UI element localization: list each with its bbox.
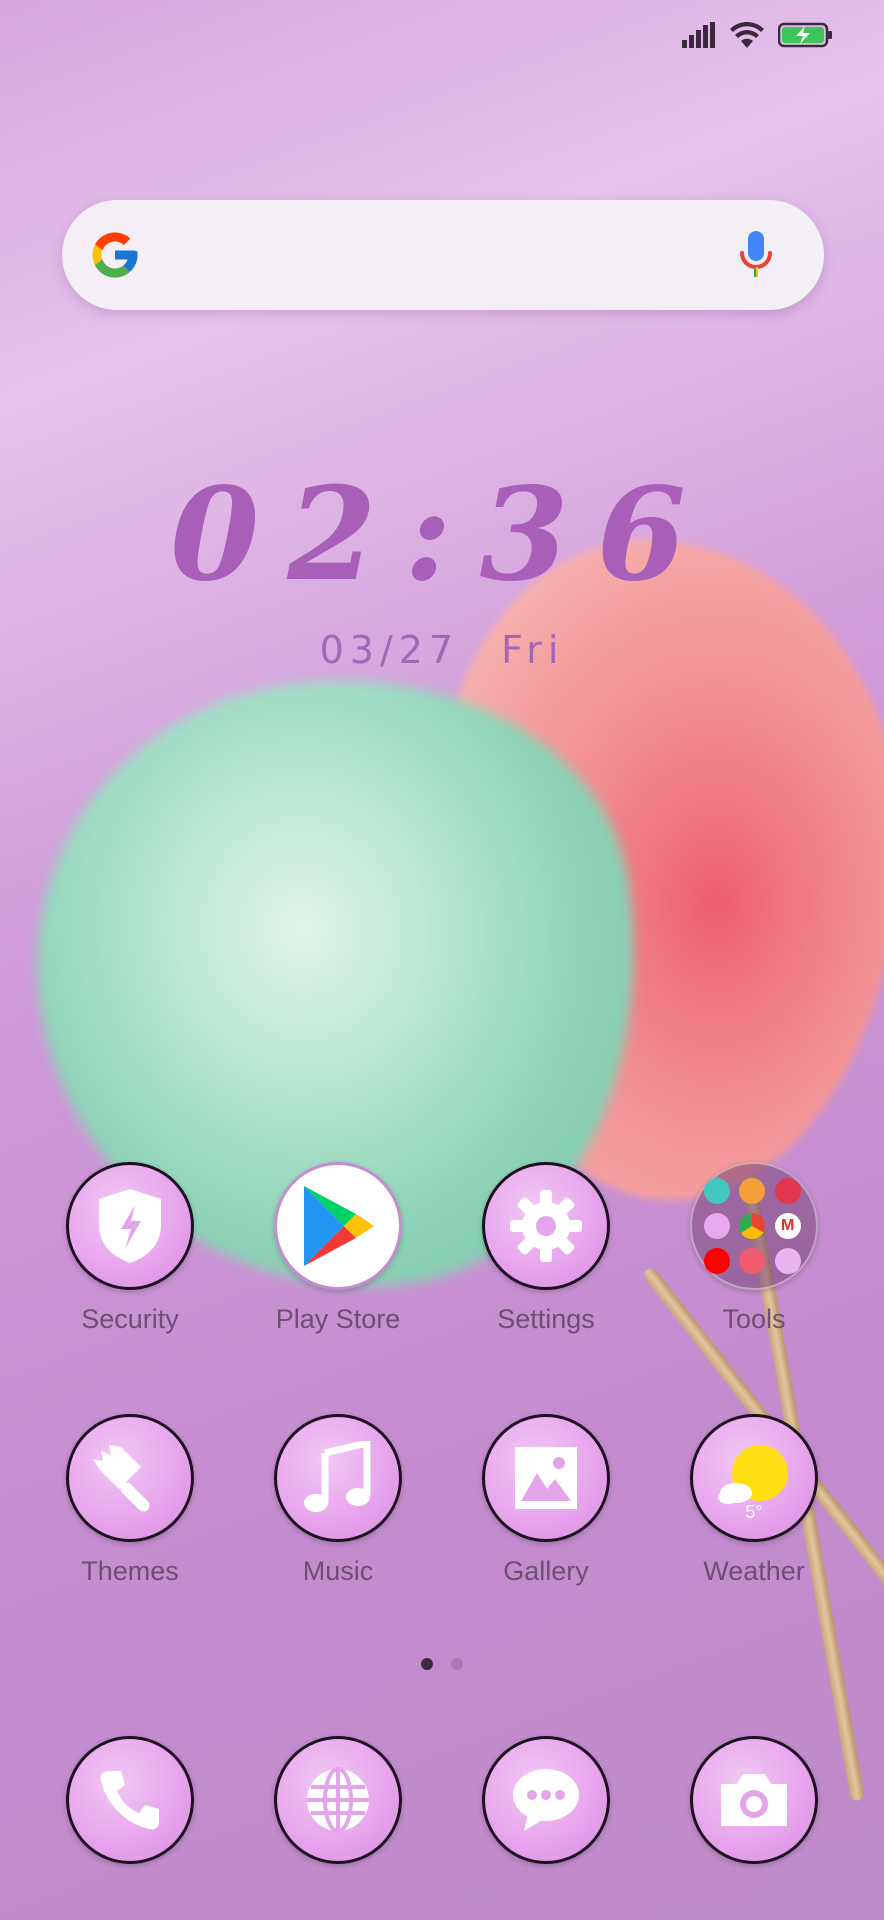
- dock-camera[interactable]: [654, 1736, 854, 1864]
- clock-date: 03/27: [319, 628, 460, 672]
- app-weather[interactable]: 5° Weather: [654, 1414, 854, 1587]
- dock-phone[interactable]: [30, 1736, 230, 1864]
- app-label: Tools: [722, 1304, 786, 1334]
- camera-icon: [721, 1774, 787, 1826]
- app-play-store[interactable]: Play Store: [238, 1162, 438, 1335]
- chrome-icon: [739, 1212, 766, 1239]
- app-settings[interactable]: Settings: [446, 1162, 646, 1335]
- gear-icon: [510, 1190, 582, 1262]
- scanner-icon: [704, 1177, 730, 1204]
- weather-temperature: 5°: [745, 1502, 763, 1522]
- play-store-icon: [304, 1186, 374, 1266]
- dock-messaging[interactable]: [446, 1736, 646, 1864]
- battery-charging-icon: [778, 22, 832, 48]
- page-indicator[interactable]: [0, 1658, 884, 1670]
- shield-lightning-icon: [99, 1189, 161, 1263]
- app-themes[interactable]: Themes: [30, 1414, 230, 1587]
- app-label: Themes: [81, 1556, 179, 1586]
- app-folder-tools[interactable]: M Tools: [654, 1162, 854, 1335]
- folder-icon: M: [690, 1162, 818, 1290]
- page-dot-active[interactable]: [421, 1658, 433, 1670]
- globe-icon: [307, 1767, 369, 1833]
- phone-icon: [100, 1771, 159, 1830]
- app-label: Settings: [497, 1304, 595, 1334]
- youtube-icon: [704, 1248, 730, 1275]
- app-label: Security: [81, 1304, 179, 1334]
- paintbrush-icon: [93, 1445, 150, 1512]
- app-gallery[interactable]: Gallery: [446, 1414, 646, 1587]
- app-label: Play Store: [275, 1304, 401, 1334]
- clock-time[interactable]: 02:36: [0, 460, 884, 610]
- play-games-icon: [739, 1177, 766, 1204]
- app-label: Music: [302, 1556, 374, 1586]
- app-music[interactable]: Music: [238, 1414, 438, 1587]
- favorites-icon: [739, 1248, 766, 1275]
- dock-browser[interactable]: [238, 1736, 438, 1864]
- app-security[interactable]: Security: [30, 1162, 230, 1335]
- gmail-icon: M: [774, 1212, 801, 1239]
- app-label: Weather: [703, 1556, 805, 1586]
- picture-icon: [515, 1447, 577, 1509]
- wifi-icon: [730, 22, 764, 48]
- clock-weekday: Fri: [501, 628, 565, 672]
- page-dot[interactable]: [451, 1658, 463, 1670]
- microphone-icon[interactable]: [736, 229, 776, 281]
- clock-date-row: 03/27 Fri: [0, 628, 884, 672]
- message-icon: [513, 1769, 579, 1831]
- contacts-icon: [704, 1212, 730, 1239]
- google-logo: [92, 232, 138, 278]
- app-label: Gallery: [503, 1556, 589, 1586]
- video-icon: [774, 1248, 801, 1275]
- google-search-bar[interactable]: [62, 200, 824, 310]
- play-movies-icon: [774, 1177, 801, 1204]
- cellular-signal-icon: [682, 22, 715, 48]
- status-bar: [682, 22, 834, 48]
- music-note-icon: [304, 1441, 371, 1512]
